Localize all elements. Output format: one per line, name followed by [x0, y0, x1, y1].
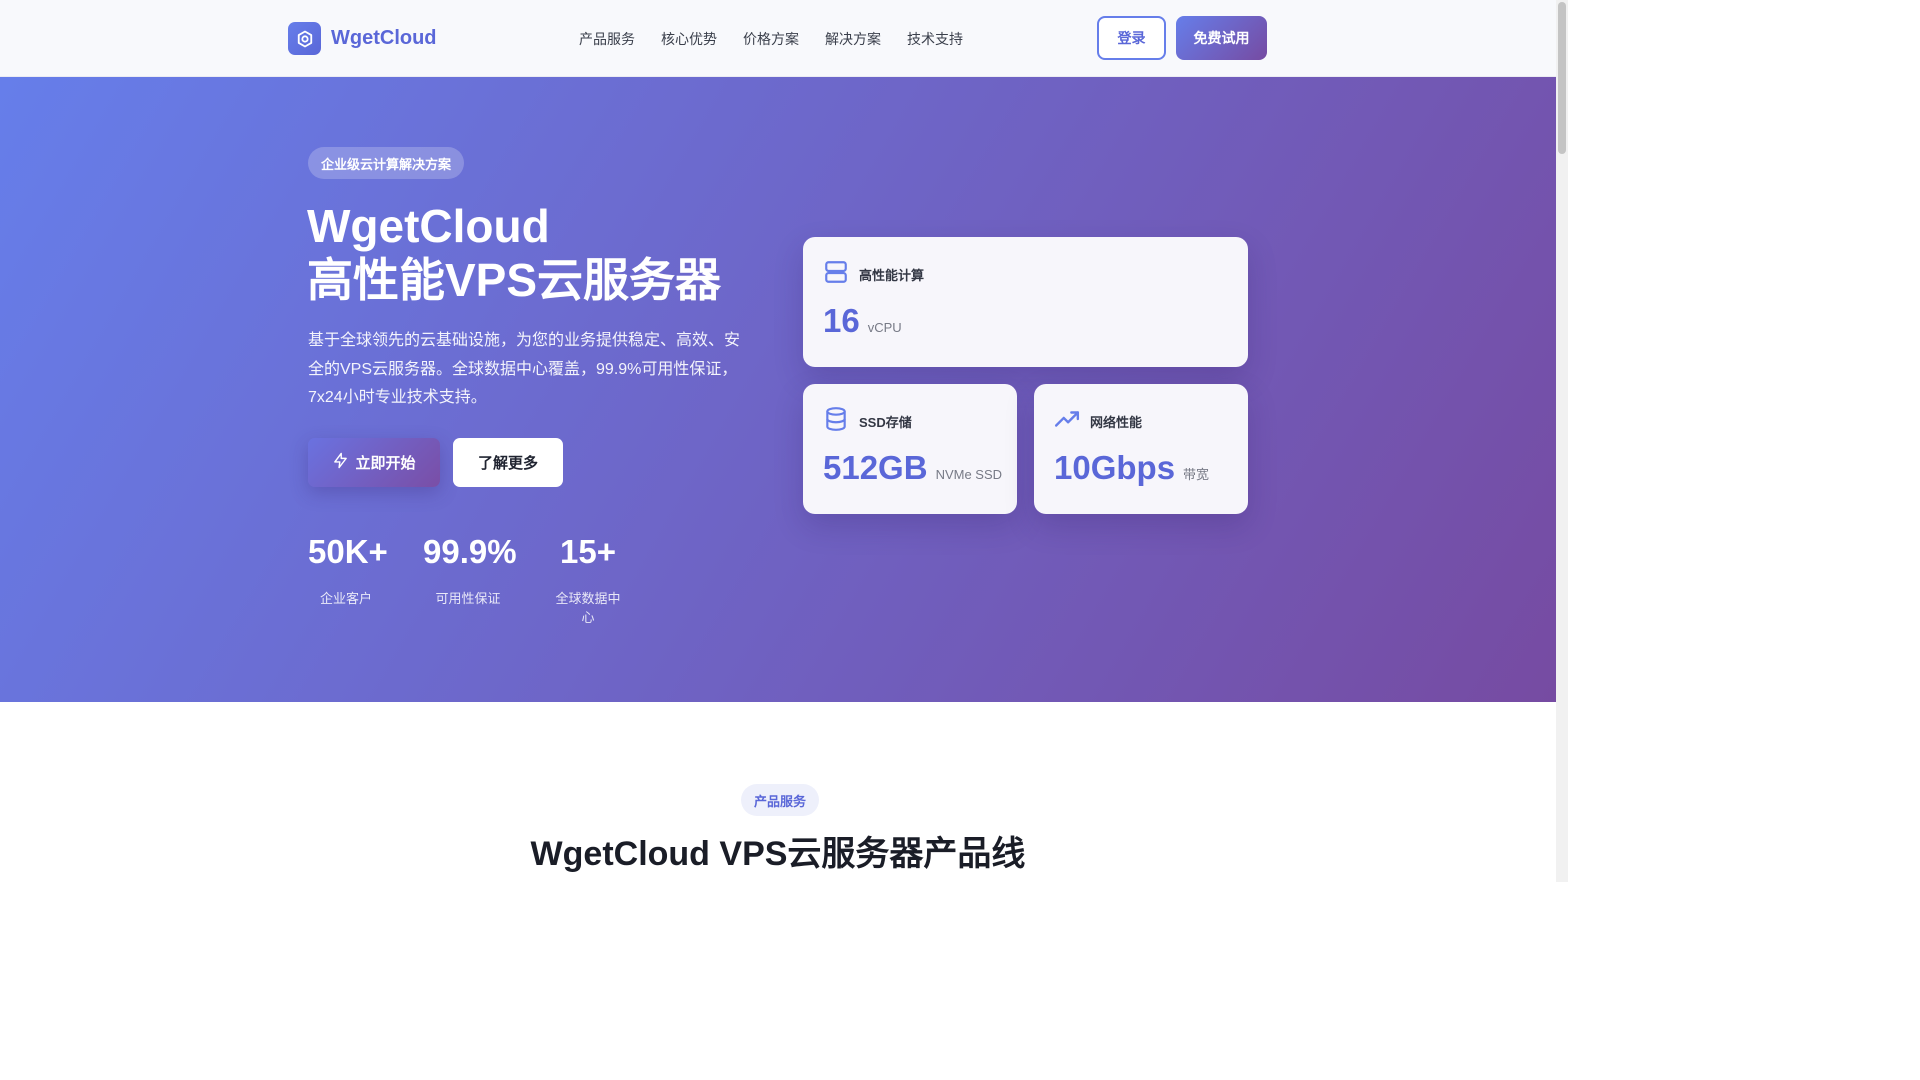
logo-hexagon-icon — [288, 22, 321, 55]
card-value: 512GB NVMe SSD — [823, 448, 1002, 488]
top-navbar: WgetCloud 产品服务 核心优势 价格方案 解决方案 技术支持 登录 免费… — [0, 0, 1556, 77]
server-icon — [823, 259, 849, 290]
stat-label: 全球数据中心 — [555, 591, 621, 625]
card-value: 16 vCPU — [823, 301, 902, 341]
feature-card-network: 网络性能 10Gbps 带宽 — [1034, 384, 1248, 514]
card-title: SSD存储 — [859, 415, 912, 430]
get-started-label: 立即开始 — [355, 455, 416, 472]
logo-text: WgetCloud — [331, 27, 437, 49]
login-button[interactable]: 登录 — [1097, 16, 1166, 60]
lightning-icon — [332, 452, 349, 473]
stat-label: 企业客户 — [319, 591, 372, 606]
page-scrollbar[interactable] — [1556, 0, 1568, 882]
main-nav: 产品服务 核心优势 价格方案 解决方案 技术支持 — [579, 29, 989, 49]
card-number: 10Gbps — [1054, 449, 1176, 486]
card-number: 512GB — [823, 449, 928, 486]
feature-card-compute: 高性能计算 16 vCPU — [803, 237, 1248, 367]
card-header: 网络性能 — [1054, 406, 1142, 437]
nav-item-solutions[interactable]: 解决方案 — [825, 29, 881, 49]
stat-value: 50K+ — [308, 533, 388, 570]
hero-section: 企业级云计算解决方案 WgetCloud 高性能VPS云服务器 基于全球领先的云… — [0, 77, 1556, 702]
trending-up-icon — [1054, 406, 1080, 437]
database-icon — [823, 406, 849, 437]
card-value: 10Gbps 带宽 — [1054, 448, 1209, 488]
stat-value: 15+ — [560, 533, 616, 570]
card-title: 高性能计算 — [859, 268, 925, 283]
stat-datacenters: 15+ 全球数据中心 — [550, 532, 626, 626]
card-title: 网络性能 — [1090, 415, 1143, 430]
hero-title-line1: WgetCloud — [307, 200, 550, 252]
scrollbar-thumb[interactable] — [1558, 2, 1566, 154]
card-number: 16 — [823, 302, 860, 339]
card-unit: 带宽 — [1183, 467, 1210, 482]
nav-item-products[interactable]: 产品服务 — [579, 29, 635, 49]
stat-customers: 50K+ 企业客户 — [308, 532, 388, 607]
stat-label: 可用性保证 — [435, 591, 501, 606]
stat-availability: 99.9% 可用性保证 — [423, 532, 517, 607]
learn-more-button[interactable]: 了解更多 — [453, 438, 563, 487]
card-unit: vCPU — [867, 320, 902, 335]
card-unit: NVMe SSD — [935, 467, 1003, 482]
hero-title: WgetCloud 高性能VPS云服务器 — [307, 199, 721, 307]
free-trial-button[interactable]: 免费试用 — [1176, 16, 1267, 60]
products-section-tag: 产品服务 — [741, 784, 820, 816]
hero-title-line2: 高性能VPS云服务器 — [307, 254, 722, 306]
card-header: 高性能计算 — [823, 259, 924, 290]
stat-value: 99.9% — [423, 533, 517, 570]
products-section-title: WgetCloud VPS云服务器产品线 — [530, 835, 1026, 873]
logo[interactable]: WgetCloud — [288, 22, 437, 55]
feature-card-storage: SSD存储 512GB NVMe SSD — [803, 384, 1017, 514]
hero-description: 基于全球领先的云基础设施，为您的业务提供稳定、高效、安全的VPS云服务器。全球数… — [308, 332, 741, 406]
hero-badge: 企业级云计算解决方案 — [308, 147, 465, 179]
nav-item-advantages[interactable]: 核心优势 — [661, 29, 717, 49]
nav-item-support[interactable]: 技术支持 — [907, 29, 963, 49]
card-header: SSD存储 — [823, 406, 912, 437]
nav-item-pricing[interactable]: 价格方案 — [743, 29, 799, 49]
get-started-button[interactable]: 立即开始 — [308, 438, 440, 487]
